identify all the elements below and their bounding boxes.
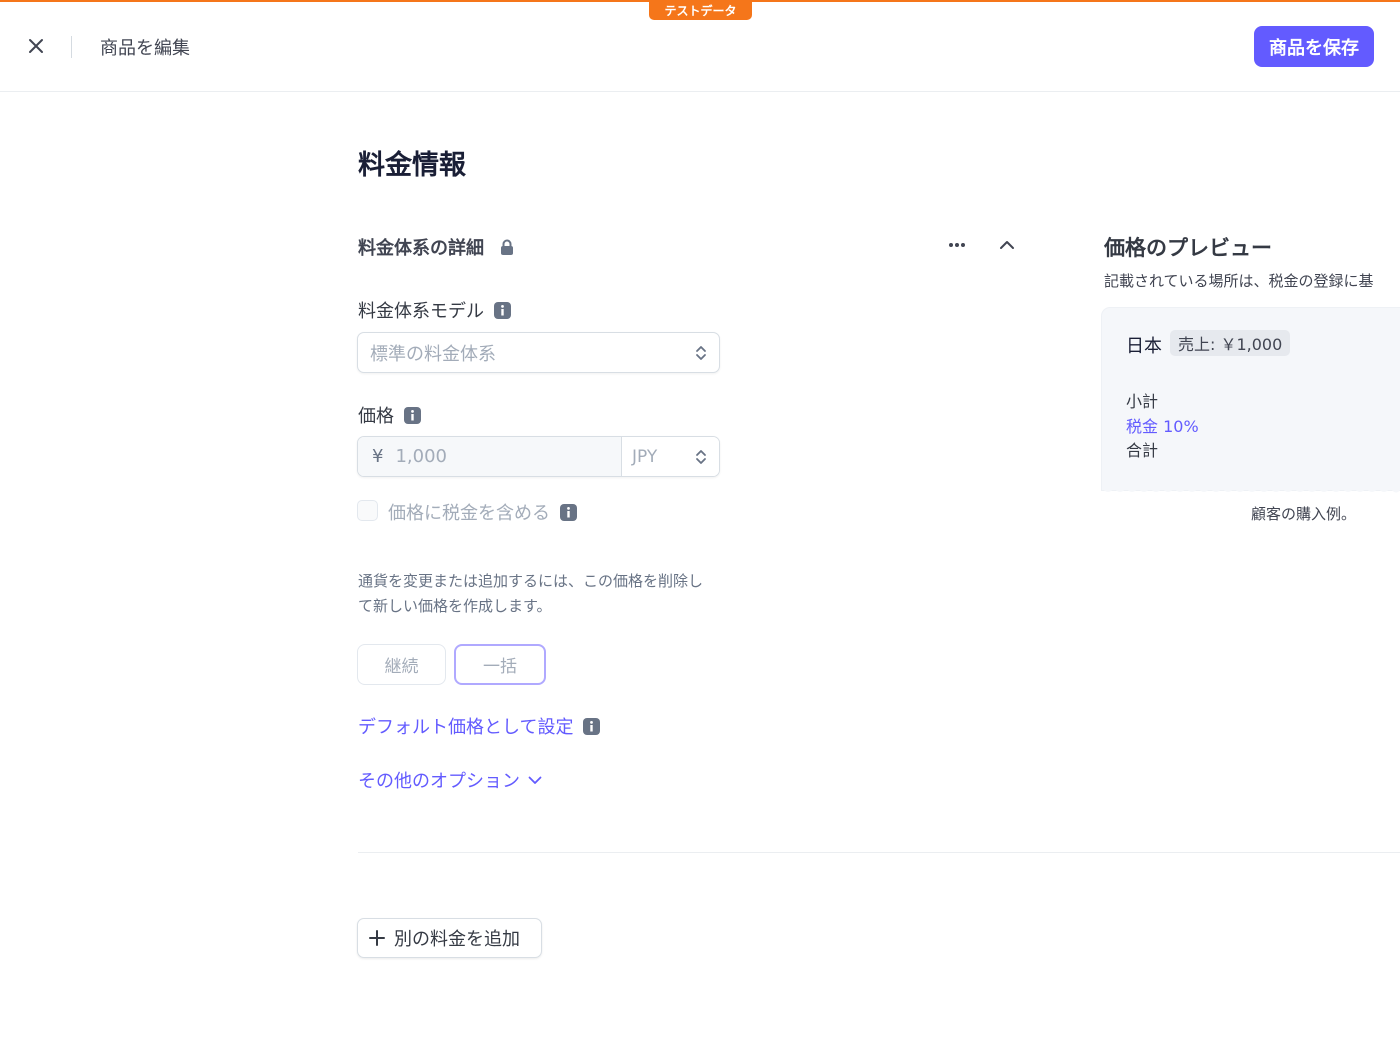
plus-icon <box>369 930 385 946</box>
more-options-link[interactable]: その他のオプション <box>358 767 542 793</box>
pricing-model-select[interactable]: 標準の料金体系 <box>357 332 720 373</box>
price-preview-subtitle: 記載されている場所は、税金の登録に基 <box>1104 272 1374 290</box>
chevron-up-icon <box>1000 241 1014 249</box>
pricing-model-label-text: 料金体系モデル <box>358 301 484 322</box>
currency-symbol: ¥ <box>372 446 384 467</box>
info-icon[interactable] <box>560 503 577 521</box>
tax-label[interactable]: 税金 10% <box>1126 413 1199 437</box>
set-default-price-text: デフォルト価格として設定 <box>358 717 574 738</box>
pricing-details-title: 料金体系の詳細 <box>358 234 514 260</box>
info-icon[interactable] <box>404 406 421 424</box>
collapse-section-button[interactable] <box>993 233 1021 257</box>
pricing-model-value: 標準の料金体系 <box>370 343 496 365</box>
include-tax-checkbox[interactable] <box>357 500 378 521</box>
info-icon[interactable] <box>583 717 601 735</box>
sales-badge: 売上: ￥1,000 <box>1170 330 1291 356</box>
page-title: 料金情報 <box>358 150 466 181</box>
currency-select[interactable]: JPY <box>622 437 719 476</box>
chevron-down-icon <box>528 776 542 784</box>
price-preview-title: 価格のプレビュー <box>1104 236 1272 260</box>
recurring-button[interactable]: 継続 <box>357 644 446 685</box>
set-default-price-link[interactable]: デフォルト価格として設定 <box>358 713 601 739</box>
price-amount-value: 1,000 <box>395 446 447 467</box>
one-time-button[interactable]: 一括 <box>454 644 546 685</box>
close-button[interactable] <box>22 32 50 60</box>
receipt-preview-card: 日本 売上: ￥1,000 小計 税金 10% 合計 <box>1102 308 1400 493</box>
currency-helper-text: 通貨を変更または追加するには、この価格を削除して新しい価格を作成します。 <box>358 572 704 615</box>
header-title: 商品を編集 <box>100 38 190 59</box>
more-options-button[interactable] <box>943 233 971 257</box>
header-divider <box>71 36 72 58</box>
currency-value: JPY <box>632 446 658 467</box>
add-another-price-label: 別の料金を追加 <box>394 929 520 950</box>
price-amount-input[interactable]: ¥ 1,000 <box>358 437 622 476</box>
preview-caption: 顧客の購入例。 <box>1251 505 1357 523</box>
price-label: 価格 <box>358 402 421 428</box>
include-tax-label: 価格に税金を含める <box>388 499 577 525</box>
pricing-details-label: 料金体系の詳細 <box>358 238 484 259</box>
chevron-up-down-icon <box>696 450 706 464</box>
include-tax-label-text: 価格に税金を含める <box>388 503 550 524</box>
preview-country: 日本 <box>1126 336 1162 357</box>
more-options-text: その他のオプション <box>358 771 520 792</box>
pricing-model-label: 料金体系モデル <box>358 297 511 323</box>
chevron-up-down-icon <box>696 346 706 360</box>
receipt-edge <box>1102 488 1400 493</box>
header: 商品を編集 商品を保存 <box>0 2 1400 92</box>
lock-icon <box>500 239 514 255</box>
price-input-group: ¥ 1,000 JPY <box>357 436 720 477</box>
total-label: 合計 <box>1126 441 1159 460</box>
close-icon <box>29 39 43 53</box>
section-divider <box>358 852 1400 853</box>
price-label-text: 価格 <box>358 406 394 427</box>
subtotal-label: 小計 <box>1126 392 1159 411</box>
add-another-price-button[interactable]: 別の料金を追加 <box>357 918 542 958</box>
info-icon[interactable] <box>494 301 511 319</box>
save-product-button[interactable]: 商品を保存 <box>1254 26 1374 67</box>
more-horizontal-icon <box>949 243 965 247</box>
